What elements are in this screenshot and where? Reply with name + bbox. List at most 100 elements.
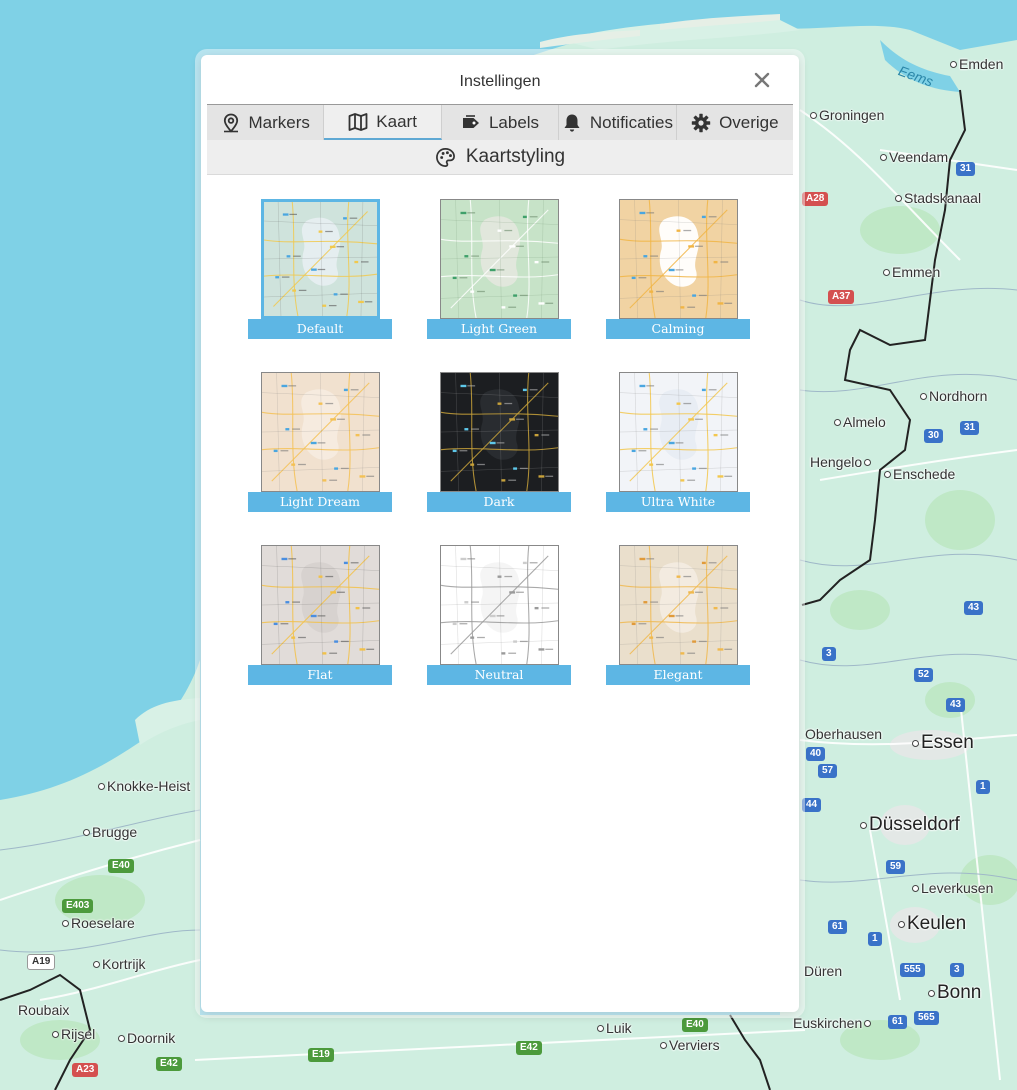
- map-place[interactable]: Emmen: [883, 264, 940, 280]
- map-place[interactable]: Essen: [912, 733, 974, 752]
- tab-notificaties[interactable]: Notificaties: [559, 105, 677, 140]
- road-shield: 555: [900, 963, 925, 977]
- map-place[interactable]: Kortrijk: [93, 956, 146, 972]
- map-place[interactable]: Roubaix: [18, 1002, 69, 1018]
- map-preview-image: [441, 546, 558, 664]
- road-shield: A37: [828, 290, 855, 304]
- tab-bar: Markers Kaart Labels Notificaties Overig…: [207, 104, 793, 140]
- road-shield: E40: [682, 1018, 708, 1032]
- map-style-option-ultra-white[interactable]: Ultra White: [606, 372, 750, 512]
- road-shield: E42: [156, 1057, 182, 1071]
- map-place[interactable]: Doornik: [118, 1030, 175, 1046]
- tab-overige[interactable]: Overige: [677, 105, 793, 140]
- bell-icon: [564, 114, 580, 132]
- map-place[interactable]: Luik: [597, 1020, 632, 1036]
- road-shield: E42: [516, 1041, 542, 1055]
- map-place[interactable]: Roeselare: [62, 915, 135, 931]
- map-style-preview: [261, 199, 380, 319]
- road-shield: 565: [914, 1011, 939, 1025]
- map-style-option-flat[interactable]: Flat: [248, 545, 392, 685]
- map-style-option-calming[interactable]: Calming: [606, 199, 750, 339]
- map-style-label: Light Dream: [248, 492, 392, 512]
- map-style-option-dark[interactable]: Dark: [427, 372, 571, 512]
- road-shield: A23: [72, 1063, 99, 1077]
- close-icon: [754, 72, 770, 88]
- tab-labels[interactable]: Labels: [442, 105, 560, 140]
- road-shield: 40: [806, 747, 826, 761]
- road-shield: 59: [886, 860, 906, 874]
- map-pin-icon: [223, 113, 238, 133]
- map-style-label: Elegant: [606, 665, 750, 685]
- road-shield: 31: [960, 421, 980, 435]
- map-style-label: Light Green: [427, 319, 571, 339]
- map-preview-image: [441, 373, 558, 491]
- map-place[interactable]: Stadskanaal: [895, 190, 981, 206]
- map-preview-image: [620, 200, 737, 318]
- map-place[interactable]: Keulen: [898, 914, 966, 933]
- map-place[interactable]: Rijsel: [52, 1026, 95, 1042]
- map-place[interactable]: Veendam: [880, 149, 948, 165]
- road-shield: 30: [924, 429, 944, 443]
- tag-icon: [462, 114, 479, 128]
- section-header: Kaartstyling: [207, 140, 793, 175]
- road-shield: 1: [868, 932, 882, 946]
- map-place[interactable]: Emden: [950, 56, 1003, 72]
- map-icon: [348, 112, 368, 131]
- close-button[interactable]: [751, 69, 773, 91]
- map-preview-image: [262, 546, 379, 664]
- tab-label: Kaart: [376, 111, 417, 131]
- modal-title: Instellingen: [459, 73, 541, 90]
- tab-label: Overige: [719, 112, 779, 132]
- road-shield: 31: [956, 162, 976, 176]
- map-style-label: Calming: [606, 319, 750, 339]
- map-place[interactable]: Oberhausen: [805, 726, 882, 742]
- map-place[interactable]: Hengelo: [810, 454, 873, 470]
- map-style-preview: [619, 545, 738, 665]
- map-place[interactable]: Nordhorn: [920, 388, 987, 404]
- map-place[interactable]: Knokke-Heist: [98, 778, 190, 794]
- map-place[interactable]: Euskirchen: [793, 1015, 873, 1031]
- map-style-label: Neutral: [427, 665, 571, 685]
- map-place[interactable]: Verviers: [660, 1037, 720, 1053]
- map-style-option-light-dream[interactable]: Light Dream: [248, 372, 392, 512]
- road-shield: 43: [946, 698, 966, 712]
- map-place[interactable]: Brugge: [83, 824, 137, 840]
- tab-label: Labels: [488, 112, 540, 132]
- map-style-label: Dark: [427, 492, 571, 512]
- map-style-preview: [440, 199, 559, 319]
- map-style-label: Default: [248, 319, 392, 339]
- road-shield: E40: [108, 859, 134, 873]
- road-shield: 57: [818, 764, 838, 778]
- map-style-label: Flat: [248, 665, 392, 685]
- road-shield: 52: [914, 668, 934, 682]
- map-style-option-light-green[interactable]: Light Green: [427, 199, 571, 339]
- road-shield: E403: [62, 899, 94, 913]
- tab-kaart[interactable]: Kaart: [324, 105, 442, 140]
- road-shield: 61: [888, 1015, 908, 1029]
- map-place[interactable]: Groningen: [810, 107, 884, 123]
- map-preview-image: [620, 546, 737, 664]
- road-shield: A19: [27, 954, 56, 970]
- map-style-preview: [619, 372, 738, 492]
- map-place[interactable]: Leverkusen: [912, 880, 993, 896]
- gear-icon: [691, 113, 711, 132]
- settings-modal: Instellingen Markers Kaart Labels Notifi…: [201, 55, 799, 1012]
- palette-icon: [435, 147, 455, 167]
- map-place[interactable]: Düsseldorf: [860, 815, 960, 834]
- map-style-option-neutral[interactable]: Neutral: [427, 545, 571, 685]
- map-place[interactable]: Almelo: [834, 414, 886, 430]
- road-shield: A28: [802, 192, 829, 206]
- map-style-preview: [619, 199, 738, 319]
- map-style-preview: [261, 545, 380, 665]
- map-preview-image: [441, 200, 558, 318]
- map-style-option-elegant[interactable]: Elegant: [606, 545, 750, 685]
- map-style-option-default[interactable]: Default: [248, 199, 392, 339]
- map-style-label: Ultra White: [606, 492, 750, 512]
- map-place[interactable]: Enschede: [884, 466, 955, 482]
- tab-label: Notificaties: [589, 112, 673, 132]
- map-place[interactable]: Bonn: [928, 983, 981, 1002]
- road-shield: 43: [964, 601, 984, 615]
- map-place[interactable]: Düren: [804, 963, 842, 979]
- map-style-preview: [440, 545, 559, 665]
- tab-markers[interactable]: Markers: [207, 105, 325, 140]
